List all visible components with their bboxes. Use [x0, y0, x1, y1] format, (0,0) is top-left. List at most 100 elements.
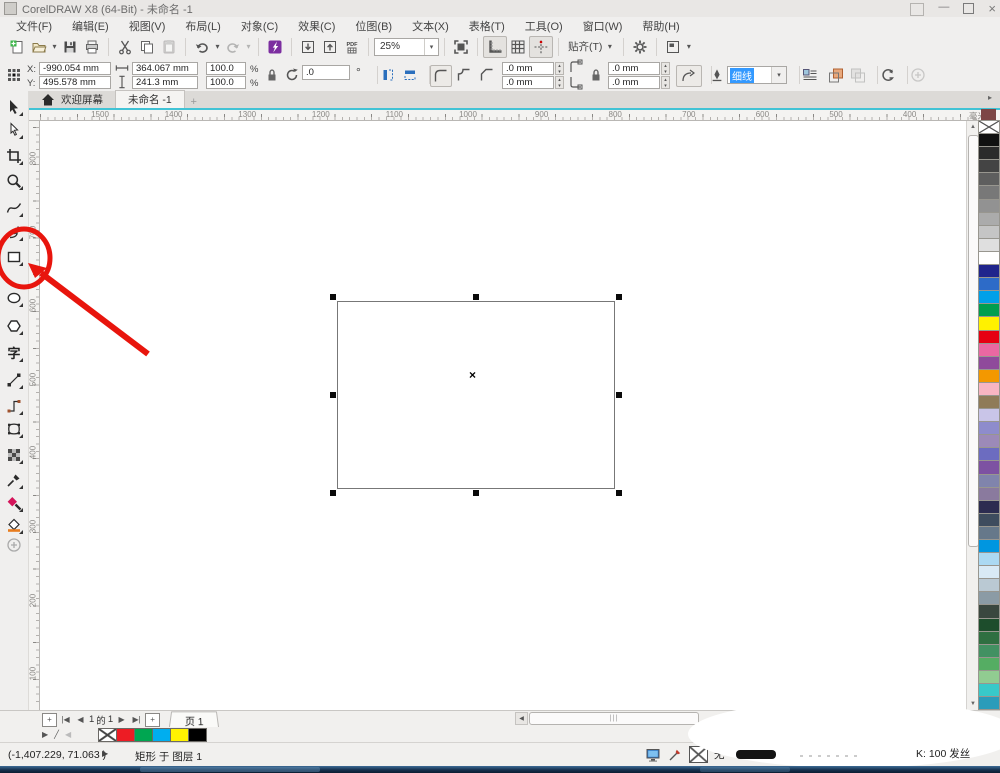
palette-swatch[interactable] [978, 225, 1000, 239]
docker-expand-icon[interactable]: ▸ [988, 93, 992, 102]
palette-swatch[interactable] [978, 565, 1000, 579]
scale-y-field[interactable]: 100.0 [206, 76, 246, 89]
palette-no-color-swatch[interactable] [978, 120, 1000, 134]
doc-palette-no-color-swatch[interactable] [98, 728, 117, 742]
handle-top-center[interactable] [473, 294, 479, 300]
freehand-tool[interactable] [3, 197, 25, 219]
round-corner-icon[interactable] [430, 65, 452, 87]
minimize-button[interactable]: — [938, 1, 949, 16]
palette-swatch[interactable] [978, 526, 1000, 540]
chamfered-corner-icon[interactable] [477, 65, 497, 85]
palette-swatch[interactable] [978, 644, 1000, 658]
menu-item-2[interactable]: 视图(V) [119, 17, 176, 35]
cut-icon[interactable] [114, 37, 136, 57]
close-button[interactable]: × [988, 1, 996, 16]
palette-swatch[interactable] [978, 382, 1000, 396]
windows-taskbar[interactable] [0, 766, 1000, 773]
connector-tool[interactable] [3, 395, 25, 417]
palette-swatch[interactable] [978, 316, 1000, 330]
object-center-marker[interactable]: × [469, 368, 476, 382]
scalloped-corner-icon[interactable] [454, 65, 474, 85]
redo-icon[interactable] [222, 37, 244, 57]
lock-ratio-icon[interactable] [262, 65, 282, 85]
dropdown-arrow-icon[interactable]: ▾ [50, 42, 59, 51]
mirror-horizontal-icon[interactable] [378, 65, 398, 85]
palette-swatch[interactable] [978, 447, 1000, 461]
palette-swatch[interactable] [978, 513, 1000, 527]
rotation-angle-field[interactable]: .0 [302, 65, 350, 80]
object-height-field[interactable]: 241.3 mm [132, 76, 198, 89]
palette-swatch[interactable] [978, 670, 1000, 684]
palette-swatch[interactable] [978, 539, 1000, 553]
palette-scroll-up-button[interactable] [981, 109, 996, 120]
horizontal-scroll-thumb[interactable]: ||| [529, 712, 699, 725]
doc-palette-swatch[interactable] [188, 728, 207, 742]
handle-top-right[interactable] [616, 294, 622, 300]
palette-swatch[interactable] [978, 683, 1000, 697]
palette-swatch[interactable] [978, 460, 1000, 474]
pick-tool[interactable] [3, 96, 25, 118]
crop-tool[interactable] [3, 145, 25, 167]
import-icon[interactable] [297, 37, 319, 57]
palette-swatch[interactable] [978, 290, 1000, 304]
add-property-icon[interactable] [908, 65, 928, 85]
palette-swatch[interactable] [978, 356, 1000, 370]
edit-corners-together-icon[interactable] [586, 65, 606, 85]
palette-swatch[interactable] [978, 277, 1000, 291]
interactive-fill-tool[interactable] [3, 514, 25, 536]
palette-swatch[interactable] [978, 421, 1000, 435]
palette-swatch[interactable] [978, 474, 1000, 488]
palette-swatch[interactable] [978, 578, 1000, 592]
palette-swatch[interactable] [978, 185, 1000, 199]
launcher-icon[interactable] [662, 37, 684, 57]
palette-swatch[interactable] [978, 487, 1000, 501]
y-position-field[interactable]: 495.578 mm [39, 76, 111, 89]
first-page-icon[interactable]: |◀ [59, 715, 72, 724]
palette-swatch[interactable] [978, 238, 1000, 252]
options-icon[interactable] [629, 37, 651, 57]
drawing-canvas[interactable]: × [40, 121, 966, 710]
rectangle-tool[interactable] [3, 246, 25, 268]
menu-item-6[interactable]: 位图(B) [345, 17, 402, 35]
outline-width-dropdown[interactable]: 细线 ▾ [727, 66, 787, 84]
vertical-scrollbar[interactable]: ▲ ▼ [966, 121, 978, 710]
ellipse-tool[interactable] [3, 287, 25, 309]
pdf-icon[interactable]: PDF [341, 37, 363, 57]
previous-page-icon[interactable]: ◀ [74, 715, 87, 724]
doc-palette-swatch[interactable] [134, 728, 153, 742]
corner-radius-tr-field[interactable]: .0 mm [608, 62, 660, 75]
show-rulers-icon[interactable] [483, 36, 507, 58]
dropdown-arrow-icon[interactable]: ▾ [424, 39, 438, 55]
add-tool-button[interactable] [3, 534, 25, 556]
horizontal-ruler[interactable]: 毫米 1500140013001200110010009008007006005… [28, 108, 1000, 121]
scroll-left-icon[interactable]: ◀ [515, 712, 528, 725]
paste-icon[interactable] [158, 37, 180, 57]
shape-tool[interactable] [3, 119, 25, 141]
palette-swatch[interactable] [978, 343, 1000, 357]
corner-radius-tl-field[interactable]: .0 mm [502, 62, 554, 75]
palette-swatch[interactable] [978, 500, 1000, 514]
scale-x-field[interactable]: 100.0 [206, 62, 246, 75]
palette-swatch[interactable] [978, 408, 1000, 422]
vertical-ruler[interactable]: 800700600500400300200100 [28, 121, 40, 710]
snap-to-dropdown[interactable]: 贴齐(T)▾ [564, 39, 618, 54]
palette-swatch[interactable] [978, 146, 1000, 160]
show-guidelines-icon[interactable] [529, 36, 553, 58]
smart-fill-tool[interactable] [3, 492, 25, 514]
export-icon[interactable] [319, 37, 341, 57]
palette-swatch[interactable] [978, 657, 1000, 671]
eyedropper-mini-icon[interactable]: ╱ [54, 730, 59, 739]
handle-bottom-center[interactable] [473, 490, 479, 496]
menu-item-3[interactable]: 布局(L) [175, 17, 230, 35]
palette-swatch[interactable] [978, 251, 1000, 265]
handle-middle-left[interactable] [330, 392, 336, 398]
zoom-tool[interactable] [3, 170, 25, 192]
palette-swatch[interactable] [978, 212, 1000, 226]
page-tab[interactable]: 页 1 [169, 711, 220, 728]
undo-icon[interactable] [191, 37, 213, 57]
palette-swatch[interactable] [978, 696, 1000, 710]
palette-swatch[interactable] [978, 369, 1000, 383]
corner-radius-br-field[interactable]: .0 mm [608, 76, 660, 89]
transparency-tool[interactable] [3, 444, 25, 466]
palette-swatch[interactable] [978, 199, 1000, 213]
